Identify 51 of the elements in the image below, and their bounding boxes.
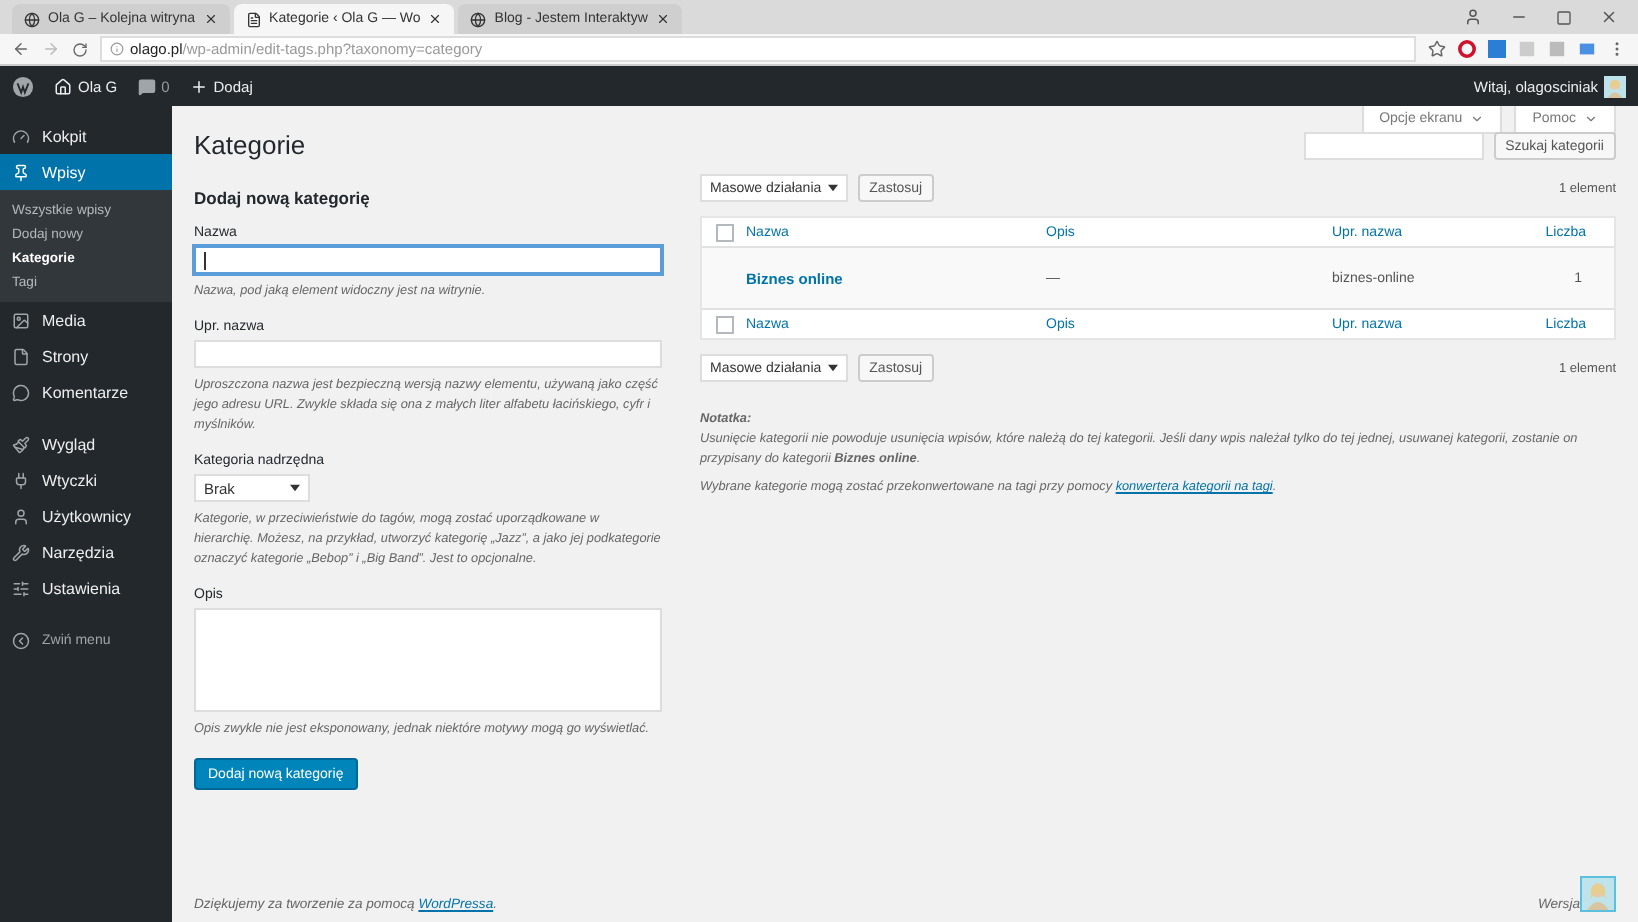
caret-icon: [290, 484, 300, 492]
caret-icon: [1584, 112, 1598, 126]
bookmark-star-icon[interactable]: [1428, 40, 1446, 58]
page-title: Kategorie: [194, 130, 306, 160]
menu-item[interactable]: Media: [0, 302, 172, 338]
profile-icon[interactable]: [1464, 8, 1482, 26]
caret-icon: [827, 364, 838, 372]
menu-item[interactable]: Komentarze: [0, 374, 172, 410]
wordpress-logo-icon[interactable]: [12, 75, 34, 97]
menu-icon: [12, 435, 30, 453]
comment-icon: [137, 77, 156, 95]
menu-icon: [12, 579, 30, 597]
close-icon[interactable]: [1600, 8, 1618, 26]
menu-item[interactable]: Strony: [0, 338, 172, 374]
site-icon: [470, 11, 487, 27]
close-tab-icon[interactable]: [428, 12, 443, 26]
site-icon: [24, 11, 40, 27]
menu-item[interactable]: Ustawienia: [0, 570, 172, 606]
menu-icon: [12, 311, 30, 329]
maximize-icon[interactable]: [1556, 9, 1572, 25]
collapse-icon: [12, 631, 30, 649]
menu-item[interactable]: Kokpit: [0, 118, 172, 154]
forward-icon[interactable]: [42, 40, 60, 58]
close-tab-icon[interactable]: [655, 12, 670, 26]
menu-icon: [12, 127, 30, 145]
caret-icon: [1470, 112, 1485, 126]
menu-item[interactable]: Wpisy: [0, 154, 172, 190]
menu-item[interactable]: Narzędzia: [0, 534, 172, 570]
menu-icon: [12, 471, 30, 489]
menu-item[interactable]: Wygląd: [0, 426, 172, 462]
menu-item[interactable]: Wtyczki: [0, 462, 172, 498]
home-icon: [54, 77, 72, 95]
plus-icon: [189, 77, 208, 95]
menu-icon: [12, 543, 30, 561]
page-icon: [245, 11, 262, 27]
input-field[interactable]: [194, 246, 662, 274]
menu-icon: [12, 347, 30, 365]
menu-icon: [12, 163, 30, 181]
reload-icon[interactable]: [72, 41, 88, 57]
search-field[interactable]: [1303, 132, 1484, 160]
info-icon: [110, 42, 124, 56]
caret-icon: [827, 184, 838, 192]
back-icon[interactable]: [12, 40, 30, 58]
close-tab-icon[interactable]: [203, 12, 218, 26]
menu-icon: [12, 507, 30, 525]
menu-icon: [12, 383, 30, 401]
form-heading: Dodaj nową kategorię: [194, 188, 372, 208]
menu-item[interactable]: Użytkownicy: [0, 498, 172, 534]
select-all-checkbox[interactable]: [716, 223, 734, 241]
textarea-field[interactable]: [194, 608, 662, 712]
select-all-checkbox[interactable]: [716, 315, 734, 333]
